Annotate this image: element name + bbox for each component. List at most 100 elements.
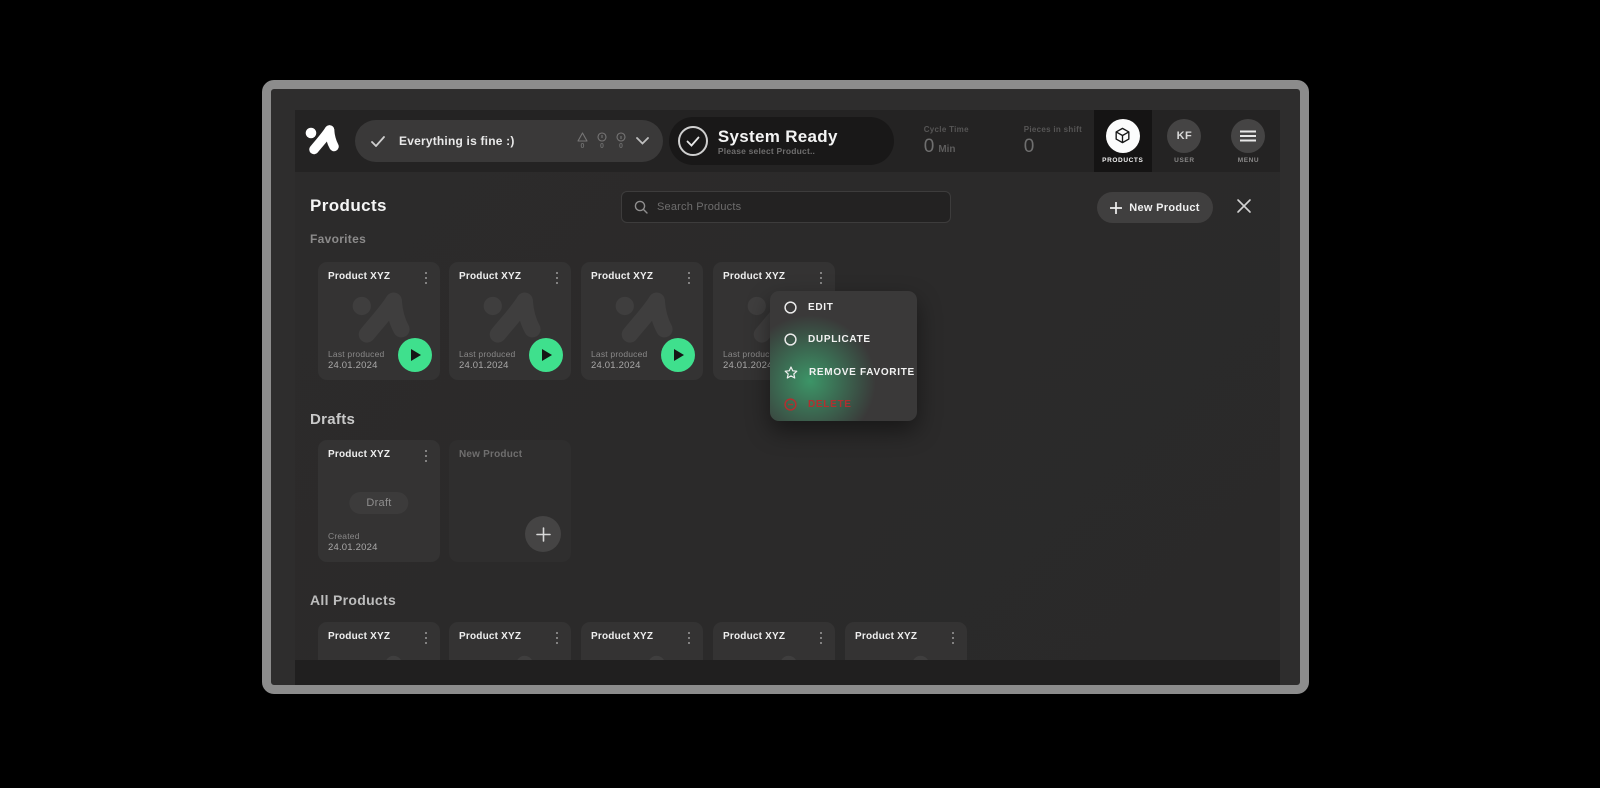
- kebab-menu-button[interactable]: [681, 629, 697, 647]
- system-ready-banner: System Ready Please select Product..: [669, 117, 894, 165]
- kebab-menu-button[interactable]: [813, 269, 829, 287]
- warning-counter: 0: [577, 132, 588, 150]
- error-count: 0: [600, 143, 604, 150]
- card-title: Product XYZ: [328, 631, 390, 642]
- menu-item-edit[interactable]: EDIT: [770, 291, 917, 324]
- new-product-card[interactable]: New Product: [449, 440, 571, 562]
- play-icon: [409, 348, 422, 362]
- cycle-time-value: 0: [924, 136, 935, 158]
- user-label: USER: [1174, 157, 1194, 164]
- card-title: Product XYZ: [855, 631, 917, 642]
- plus-icon: [1110, 202, 1122, 214]
- watermark-logo-icon: [348, 652, 410, 660]
- favorite-product-card[interactable]: Product XYZ Last produced 24.01.2024: [581, 262, 703, 380]
- watermark-logo-icon: [611, 289, 673, 351]
- chevron-down-icon[interactable]: [636, 137, 649, 145]
- play-icon: [540, 348, 553, 362]
- nav-products-label: PRODUCTS: [1102, 157, 1143, 164]
- new-product-button[interactable]: New Product: [1097, 192, 1213, 223]
- kebab-menu-button[interactable]: [813, 629, 829, 647]
- play-button[interactable]: [398, 338, 432, 372]
- page-title: Products: [310, 196, 387, 216]
- product-card[interactable]: Product XYZ: [713, 622, 835, 660]
- card-title: Product XYZ: [591, 631, 653, 642]
- card-title: Product XYZ: [328, 271, 390, 282]
- menu-item-delete[interactable]: DELETE: [770, 389, 917, 422]
- user-avatar: KF: [1167, 119, 1201, 153]
- star-icon: [784, 366, 798, 379]
- watermark-logo-icon: [611, 652, 673, 660]
- last-produced-date: 24.01.2024: [328, 360, 384, 371]
- system-ready-title: System Ready: [718, 127, 838, 146]
- kebab-menu-button[interactable]: [418, 269, 434, 287]
- info-counter: 0: [616, 132, 626, 150]
- watermark-logo-icon: [479, 652, 541, 660]
- close-icon[interactable]: [1236, 198, 1252, 214]
- menu-button[interactable]: MENU: [1217, 119, 1280, 164]
- nav-products-button[interactable]: PRODUCTS: [1094, 110, 1152, 172]
- product-card[interactable]: Product XYZ: [581, 622, 703, 660]
- brand-logo-icon: [303, 123, 339, 159]
- search-input[interactable]: [657, 201, 950, 213]
- kebab-menu-button[interactable]: [549, 269, 565, 287]
- last-produced-label: Last produced: [459, 349, 515, 359]
- system-check-icon: [678, 126, 708, 156]
- favorite-product-card[interactable]: Product XYZ Last produced 24.01.2024: [318, 262, 440, 380]
- play-icon: [672, 348, 685, 362]
- app-background-band: [295, 660, 1280, 685]
- cycle-time-label: Cycle Time: [924, 125, 994, 134]
- section-label-all-products: All Products: [310, 592, 396, 608]
- play-button[interactable]: [529, 338, 563, 372]
- section-label-drafts: Drafts: [310, 411, 355, 428]
- system-status-pill[interactable]: Everything is fine :) 0 0: [355, 120, 663, 162]
- card-title: Product XYZ: [723, 271, 785, 282]
- app-window: Everything is fine :) 0 0: [262, 80, 1309, 694]
- warning-count: 0: [580, 143, 584, 150]
- created-label: Created: [328, 531, 378, 541]
- product-card[interactable]: Product XYZ: [449, 622, 571, 660]
- last-produced-label: Last produced: [328, 349, 384, 359]
- kebab-menu-button[interactable]: [549, 629, 565, 647]
- pieces-label: Pieces in shift: [1024, 125, 1094, 134]
- last-produced-date: 24.01.2024: [591, 360, 647, 371]
- edit-icon: [784, 301, 797, 314]
- user-initials: KF: [1177, 130, 1192, 142]
- kebab-menu-button[interactable]: [945, 629, 961, 647]
- menu-item-duplicate[interactable]: DUPLICATE: [770, 324, 917, 357]
- card-title: Product XYZ: [328, 449, 390, 460]
- watermark-logo-icon: [348, 289, 410, 351]
- play-button[interactable]: [661, 338, 695, 372]
- draft-product-card[interactable]: Product XYZ Draft Created 24.01.2024: [318, 440, 440, 562]
- duplicate-icon: [784, 333, 797, 346]
- system-ready-subtitle: Please select Product..: [718, 146, 838, 156]
- hamburger-icon: [1231, 119, 1265, 153]
- info-circle-icon: [616, 132, 626, 142]
- add-product-button[interactable]: [525, 516, 561, 552]
- card-title: Product XYZ: [459, 271, 521, 282]
- menu-item-remove-favorite[interactable]: REMOVE FAVORITE: [770, 356, 917, 389]
- card-title: New Product: [459, 449, 522, 460]
- kebab-menu-button[interactable]: [418, 629, 434, 647]
- pieces-value: 0: [1024, 136, 1035, 158]
- cube-icon: [1113, 126, 1132, 145]
- kebab-menu-button[interactable]: [418, 447, 434, 465]
- stat-pieces-in-shift: Pieces in shift 0: [1024, 125, 1094, 158]
- delete-icon: [784, 398, 797, 411]
- kebab-menu-button[interactable]: [681, 269, 697, 287]
- created-date: 24.01.2024: [328, 542, 378, 553]
- products-panel: Products New Product Favorites Product X…: [295, 172, 1280, 660]
- product-card[interactable]: Product XYZ: [845, 622, 967, 660]
- user-button[interactable]: KF USER: [1152, 119, 1217, 164]
- card-context-menu: EDIT DUPLICATE REMOVE FAVORITE DELET: [770, 291, 917, 421]
- error-counter: 0: [597, 132, 607, 150]
- product-card[interactable]: Product XYZ: [318, 622, 440, 660]
- stat-cycle-time: Cycle Time 0 Min: [924, 125, 994, 158]
- menu-label: MENU: [1238, 157, 1260, 164]
- top-bar: Everything is fine :) 0 0: [295, 110, 1280, 172]
- plus-icon: [536, 527, 551, 542]
- last-produced-date: 24.01.2024: [459, 360, 515, 371]
- status-message: Everything is fine :): [399, 134, 515, 148]
- cycle-time-unit: Min: [938, 144, 955, 155]
- new-product-label: New Product: [1129, 202, 1200, 214]
- favorite-product-card[interactable]: Product XYZ Last produced 24.01.2024: [449, 262, 571, 380]
